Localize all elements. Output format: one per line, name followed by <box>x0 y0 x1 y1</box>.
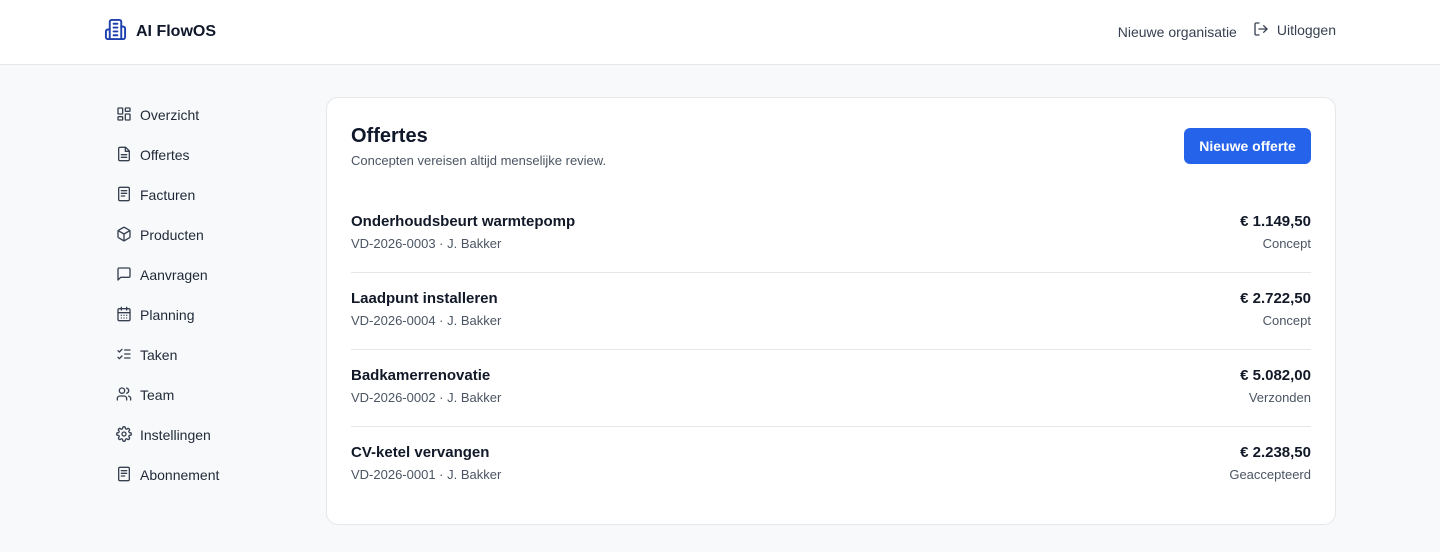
sidebar-item-label: Overzicht <box>140 107 200 123</box>
top-bar: AI FlowOS Nieuwe organisatie Uitloggen <box>0 0 1440 65</box>
header-actions: Nieuwe organisatie Uitloggen <box>1118 20 1336 44</box>
sidebar-item-label: Taken <box>140 347 178 363</box>
sidebar-item-team[interactable]: Team <box>104 375 304 415</box>
quote-meta: VD-2026-0003 · J. Bakker <box>351 236 502 251</box>
sidebar-item-instellingen[interactable]: Instellingen <box>104 415 304 455</box>
quote-meta: VD-2026-0004 · J. Bakker <box>351 313 502 328</box>
quote-meta: VD-2026-0002 · J. Bakker <box>351 390 502 405</box>
layout-grid-icon <box>116 106 132 125</box>
quote-amount: € 1.149,50 <box>1240 213 1311 230</box>
sidebar-item-label: Facturen <box>140 187 196 203</box>
quote-title: Laadpunt installeren <box>351 290 498 307</box>
sidebar-item-producten[interactable]: Producten <box>104 215 304 255</box>
sidebar-item-aanvragen[interactable]: Aanvragen <box>104 255 304 295</box>
log-out-icon <box>1253 21 1269 40</box>
sidebar-item-overzicht[interactable]: Overzicht <box>104 95 304 135</box>
quote-amount: € 2.238,50 <box>1240 444 1311 461</box>
sidebar-item-label: Aanvragen <box>140 267 208 283</box>
sidebar-item-label: Producten <box>140 227 204 243</box>
quote-row[interactable]: Laadpunt installeren VD-2026-0004 · J. B… <box>351 273 1311 350</box>
quote-status: Concept <box>1262 313 1311 328</box>
sidebar-item-label: Team <box>140 387 175 403</box>
page-subtitle: Concepten vereisen altijd menselijke rev… <box>351 153 607 168</box>
sidebar-item-facturen[interactable]: Facturen <box>104 175 304 215</box>
quote-row[interactable]: CV-ketel vervangen VD-2026-0001 · J. Bak… <box>351 427 1311 504</box>
quote-status: Geaccepteerd <box>1229 467 1311 482</box>
page-title: Offertes <box>351 125 428 147</box>
users-icon <box>116 386 132 405</box>
quote-title: CV-ketel vervangen <box>351 444 490 461</box>
sidebar-item-offertes[interactable]: Offertes <box>104 135 304 175</box>
building-icon <box>104 18 127 46</box>
quote-title: Badkamerrenovatie <box>351 367 491 384</box>
sidebar-item-label: Offertes <box>140 147 190 163</box>
file-text-icon <box>116 146 132 165</box>
brand-logo-link[interactable]: AI FlowOS <box>104 18 216 46</box>
sidebar-item-planning[interactable]: Planning <box>104 295 304 335</box>
list-checks-icon <box>116 346 132 365</box>
calendar-icon <box>116 306 132 325</box>
message-square-icon <box>116 266 132 285</box>
logout-label: Uitloggen <box>1276 22 1336 38</box>
sidebar-item-label: Abonnement <box>140 467 220 483</box>
quote-row[interactable]: Badkamerrenovatie VD-2026-0002 · J. Bakk… <box>351 350 1311 427</box>
sidebar-item-taken[interactable]: Taken <box>104 335 304 375</box>
quote-list: Onderhoudsbeurt warmtepomp VD-2026-0003 … <box>351 196 1311 504</box>
quotes-card: Offertes Concepten vereisen altijd mense… <box>326 97 1336 525</box>
quote-meta: VD-2026-0001 · J. Bakker <box>351 467 502 482</box>
receipt-icon <box>116 466 132 485</box>
new-organization-link[interactable]: Nieuwe organisatie <box>1118 24 1237 40</box>
receipt-icon <box>116 186 132 205</box>
package-icon <box>116 226 132 245</box>
settings-icon <box>116 425 132 445</box>
sidebar-item-label: Planning <box>140 307 195 323</box>
app-name: AI FlowOS <box>136 23 216 40</box>
sidebar-item-abonnement[interactable]: Abonnement <box>104 455 304 495</box>
quote-amount: € 2.722,50 <box>1240 290 1311 307</box>
sidebar-item-label: Instellingen <box>140 427 211 443</box>
quote-row[interactable]: Onderhoudsbeurt warmtepomp VD-2026-0003 … <box>351 196 1311 273</box>
sidebar-nav: Overzicht Offertes Facturen Producten Aa… <box>104 95 304 495</box>
quote-status: Verzonden <box>1248 390 1311 405</box>
quote-status: Concept <box>1262 236 1311 251</box>
new-quote-button[interactable]: Nieuwe offerte <box>1184 128 1311 164</box>
logout-button[interactable]: Uitloggen <box>1253 21 1336 40</box>
quote-amount: € 5.082,00 <box>1240 367 1311 384</box>
quote-title: Onderhoudsbeurt warmtepomp <box>351 213 576 230</box>
